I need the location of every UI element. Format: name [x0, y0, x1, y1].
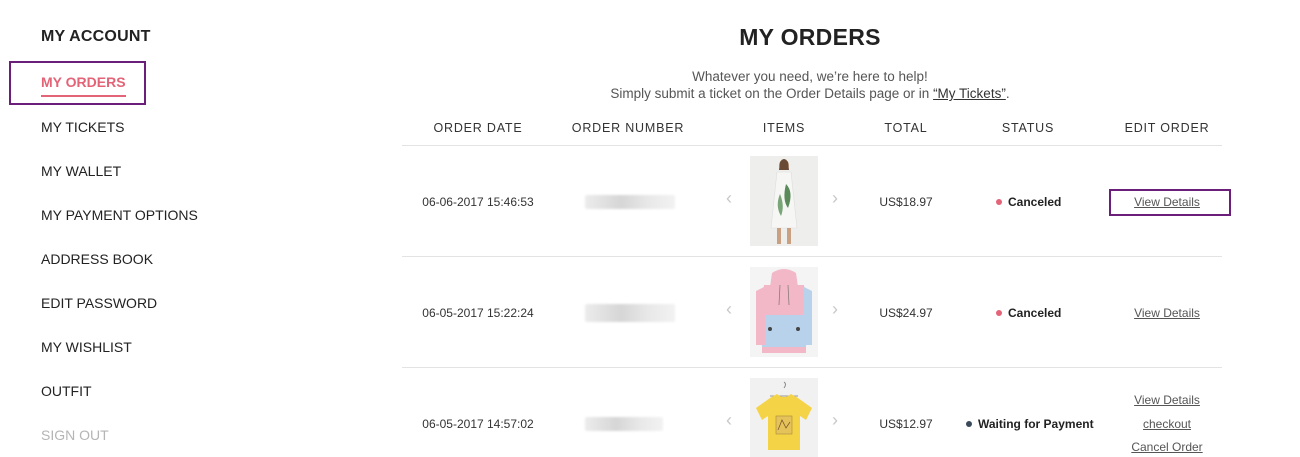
highlight-box-view-details	[1109, 189, 1231, 216]
sidebar-title: MY ACCOUNT	[41, 28, 151, 45]
order-date: 06-06-2017 15:46:53	[422, 195, 534, 209]
status-label: Canceled	[1008, 195, 1062, 209]
my-tickets-link[interactable]: “My Tickets”	[933, 86, 1006, 101]
chevron-left-icon[interactable]: ‹	[726, 299, 732, 320]
chevron-right-icon[interactable]: ›	[832, 188, 838, 209]
header-status: STATUS	[1001, 121, 1055, 135]
header-total: TOTAL	[884, 121, 928, 135]
account-sidebar: MY ACCOUNT MY ORDERS MY TICKETS MY WALLE…	[0, 0, 260, 457]
chevron-left-icon[interactable]: ‹	[726, 188, 732, 209]
table-divider	[402, 256, 1222, 257]
sidebar-item-edit-password[interactable]: EDIT PASSWORD	[41, 295, 157, 311]
order-date: 06-05-2017 14:57:02	[422, 417, 534, 431]
help-text-prefix: Simply submit a ticket on the Order Deta…	[610, 86, 934, 101]
order-number-redacted	[585, 304, 675, 322]
pink-blue-hoodie-image	[750, 267, 818, 357]
order-total: US$18.97	[879, 195, 933, 209]
status-badge: Canceled	[996, 306, 1061, 320]
yellow-tshirt-image	[750, 378, 818, 457]
header-items: ITEMS	[762, 121, 806, 135]
cancel-order-link[interactable]: Cancel Order	[1107, 440, 1227, 454]
order-number-redacted	[585, 417, 663, 431]
checkout-link[interactable]: checkout	[1107, 417, 1227, 431]
white-dress-image	[750, 156, 818, 246]
status-dot-icon	[996, 198, 1002, 205]
help-text-line1: Whatever you need, we’re here to help!	[692, 69, 928, 84]
order-total: US$12.97	[879, 417, 933, 431]
status-label: Waiting for Payment	[978, 417, 1094, 431]
help-text-suffix: .	[1005, 86, 1010, 101]
table-divider	[402, 145, 1222, 146]
sidebar-item-my-tickets[interactable]: MY TICKETS	[41, 119, 125, 135]
header-edit-order: EDIT ORDER	[1124, 121, 1210, 135]
view-details-link[interactable]: View Details	[1107, 306, 1227, 320]
order-number-redacted	[585, 195, 675, 209]
sidebar-item-outfit[interactable]: OUTFIT	[41, 383, 92, 399]
sidebar-item-payment-options[interactable]: MY PAYMENT OPTIONS	[41, 207, 198, 223]
help-text-line2: Simply submit a ticket on the Order Deta…	[520, 86, 1100, 101]
highlight-box-my-orders	[9, 61, 146, 105]
status-badge: Waiting for Payment	[966, 417, 1094, 431]
chevron-right-icon[interactable]: ›	[832, 410, 838, 431]
chevron-left-icon[interactable]: ‹	[726, 410, 732, 431]
table-divider	[402, 367, 1222, 368]
page-title: MY ORDERS	[739, 24, 881, 50]
sidebar-item-my-wishlist[interactable]: MY WISHLIST	[41, 339, 132, 355]
status-badge: Canceled	[996, 195, 1061, 209]
order-item-thumbnail[interactable]	[750, 378, 818, 457]
sidebar-item-my-wallet[interactable]: MY WALLET	[41, 163, 121, 179]
header-order-number: ORDER NUMBER	[571, 121, 685, 135]
status-dot-icon	[966, 420, 972, 427]
sidebar-item-sign-out[interactable]: SIGN OUT	[41, 427, 109, 443]
status-dot-icon	[996, 309, 1002, 316]
order-date: 06-05-2017 15:22:24	[422, 306, 534, 320]
status-label: Canceled	[1008, 306, 1062, 320]
chevron-right-icon[interactable]: ›	[832, 299, 838, 320]
order-item-thumbnail[interactable]	[750, 267, 818, 357]
order-item-thumbnail[interactable]	[750, 156, 818, 246]
header-order-date: ORDER DATE	[433, 121, 523, 135]
order-total: US$24.97	[879, 306, 933, 320]
sidebar-item-address-book[interactable]: ADDRESS BOOK	[41, 251, 153, 267]
view-details-link[interactable]: View Details	[1107, 393, 1227, 407]
